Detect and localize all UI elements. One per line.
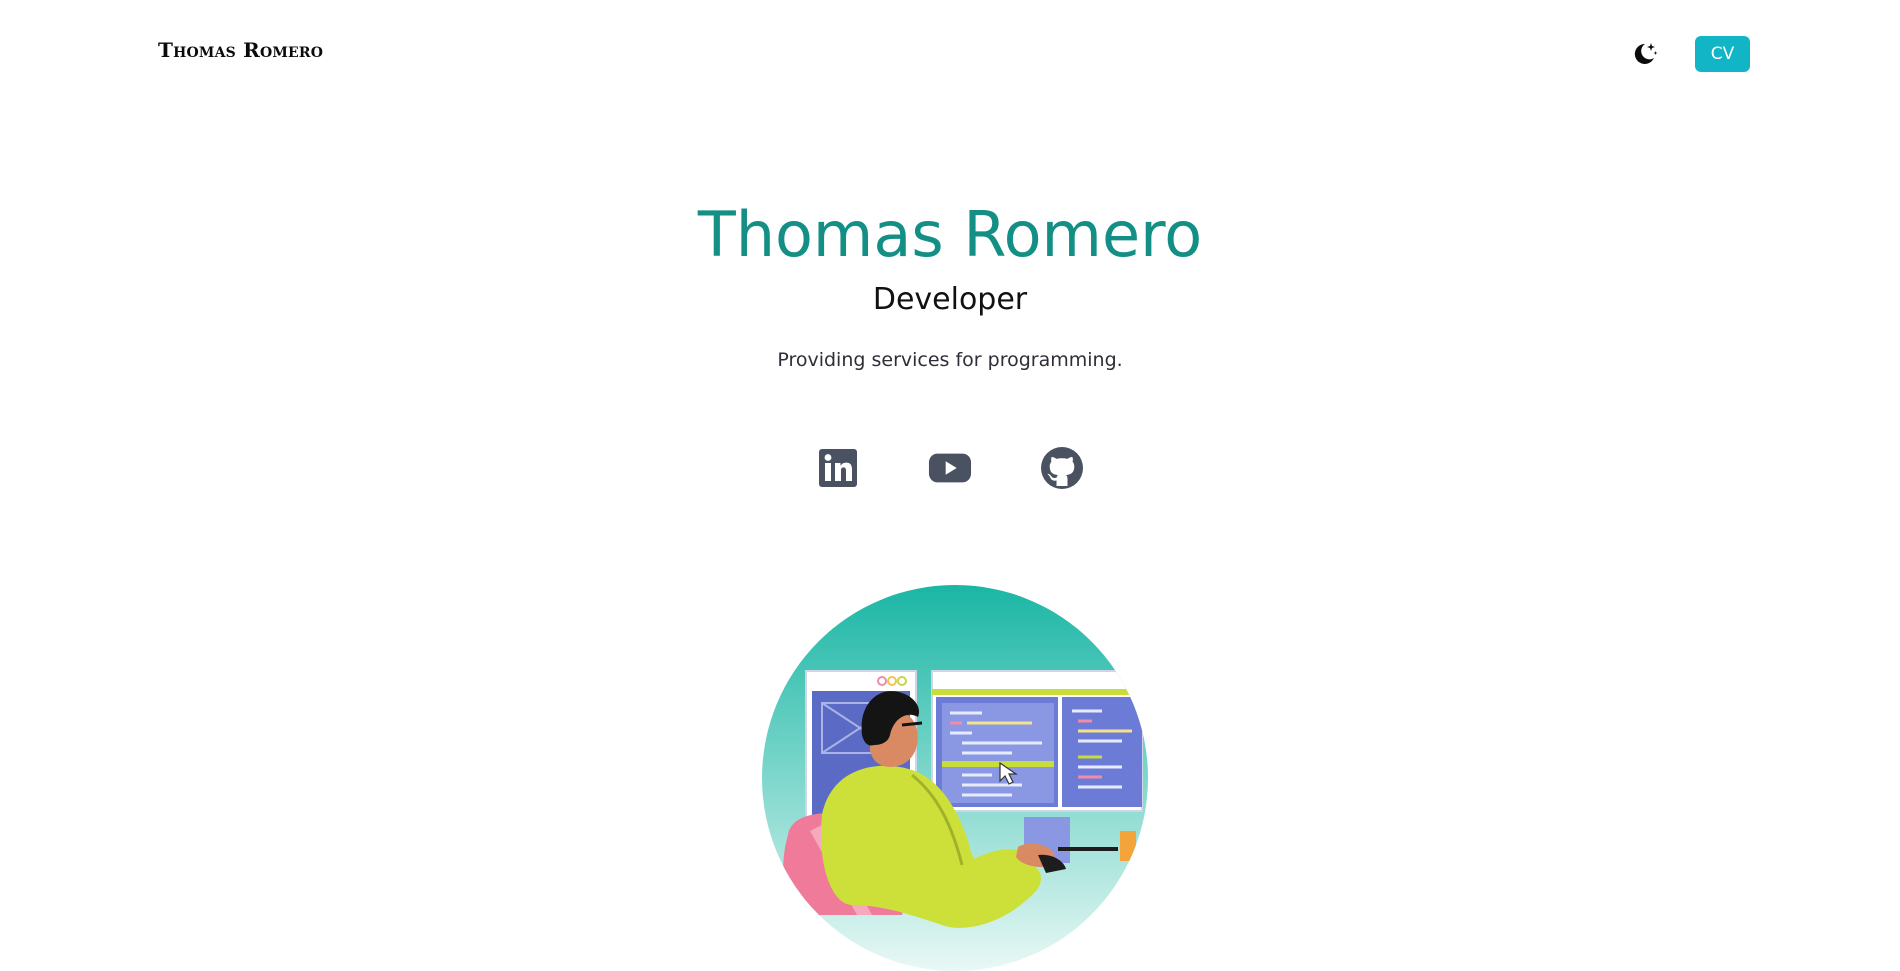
moon-stars-icon [1634,43,1658,64]
hero-role: Developer [872,282,1028,317]
youtube-link[interactable] [928,446,972,490]
theme-toggle-button[interactable] [1628,38,1660,70]
cv-button[interactable]: CV [1695,36,1750,72]
hero-name: Thomas Romero [697,198,1203,271]
social-links [0,446,1900,490]
hero-tagline: Providing services for programming. [777,349,1123,371]
hero-illustration [762,585,1148,971]
developer-at-computer-illustration [783,670,1143,928]
site-brand[interactable]: Thomas Romero [158,38,323,62]
github-icon [1041,447,1083,489]
github-link[interactable] [1040,446,1084,490]
linkedin-link[interactable] [816,446,860,490]
youtube-icon [928,453,972,483]
navbar: Thomas Romero CV [0,0,1900,106]
linkedin-icon [819,449,857,487]
